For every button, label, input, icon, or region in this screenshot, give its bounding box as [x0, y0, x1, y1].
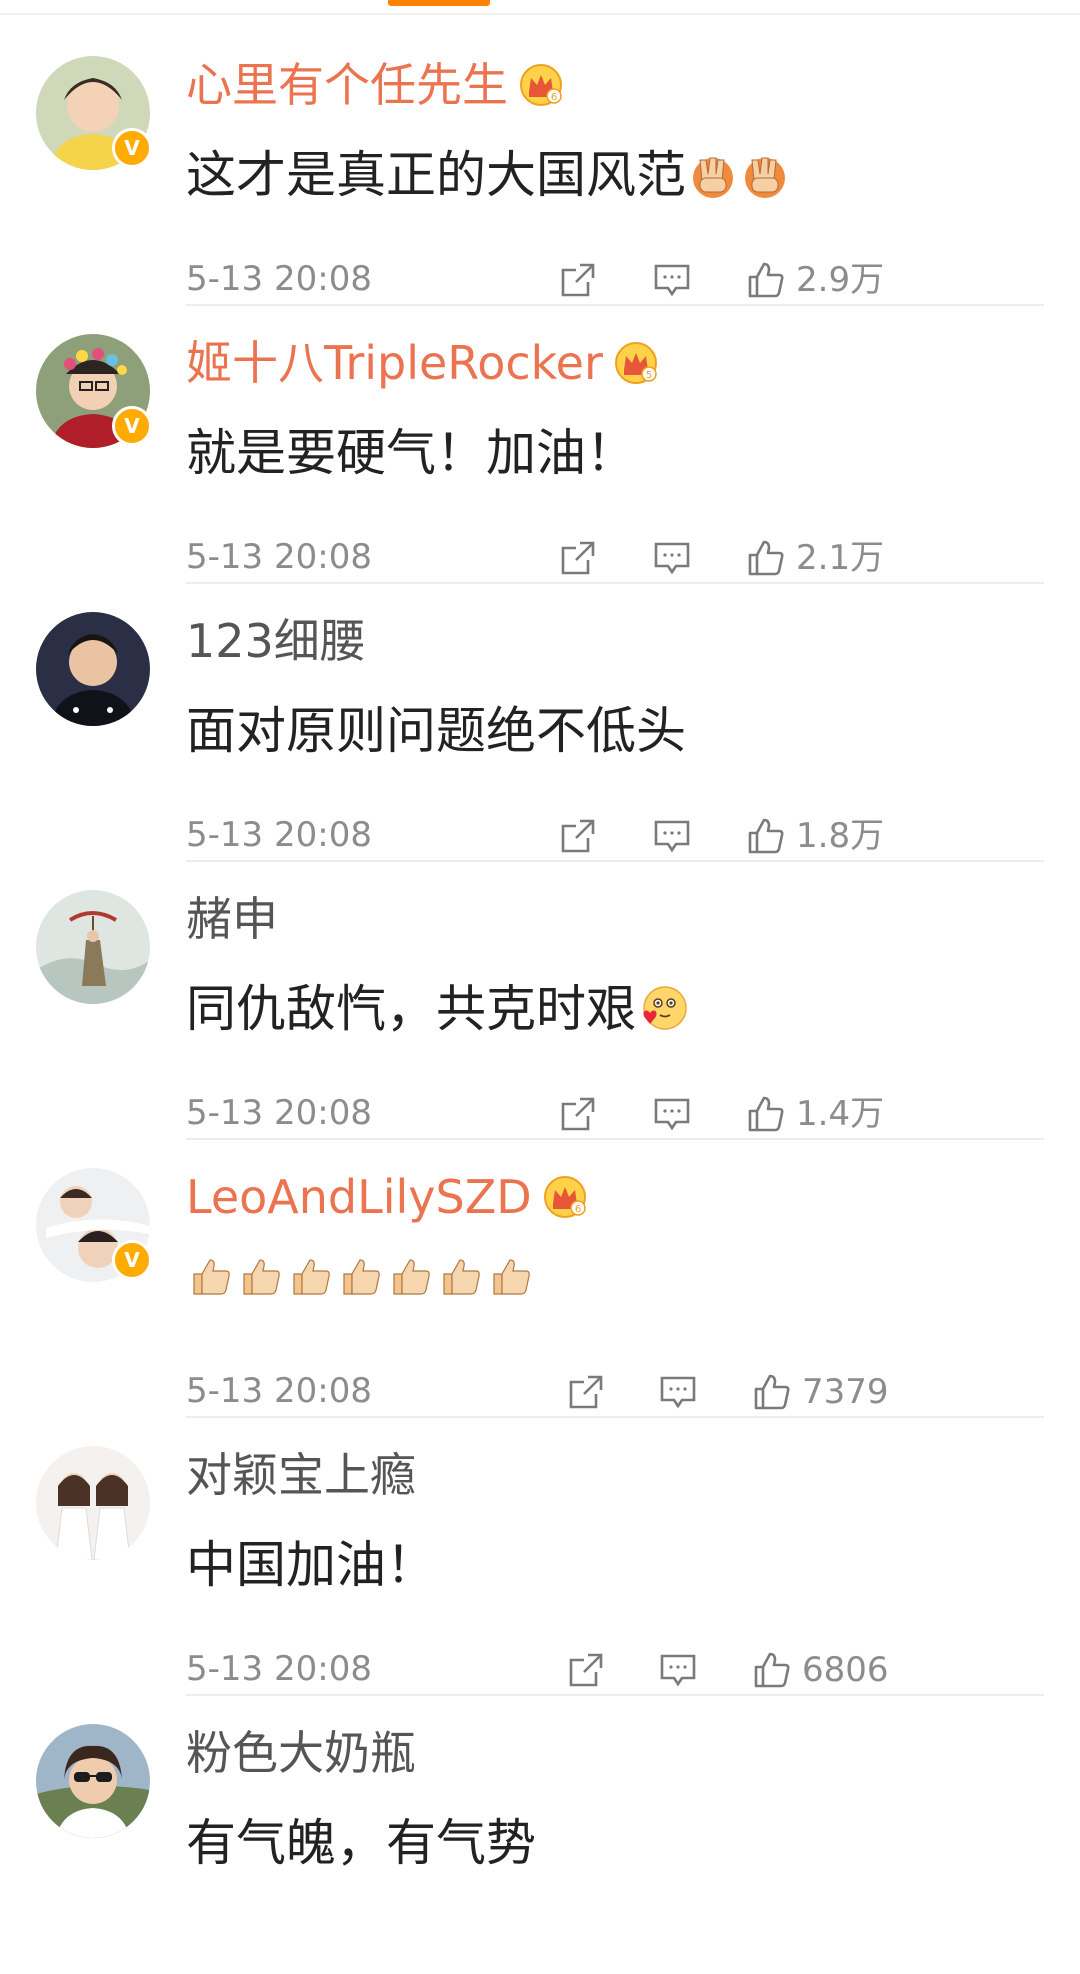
comment-timestamp: 5-13 20:08: [186, 1649, 372, 1689]
thumbs-up-outline-icon: [748, 818, 784, 854]
comment-icon: [654, 264, 690, 297]
tab-bar-divider: [0, 13, 1080, 15]
reply-button[interactable]: [652, 814, 692, 858]
verified-icon: V: [112, 1240, 152, 1280]
comment-timestamp: 5-13 20:08: [186, 815, 372, 855]
comment-item: 粉色大奶瓶 有气魄，有气势: [0, 1696, 1080, 1974]
username[interactable]: 心里有个任先生: [186, 54, 508, 116]
repost-button[interactable]: [566, 1370, 606, 1414]
thumbs-up-icon: [493, 1259, 530, 1295]
thumbs-up-icon: [443, 1259, 480, 1295]
tab-bar: [0, 0, 1080, 15]
comment-text: 有气魄，有气势: [186, 1814, 536, 1872]
username[interactable]: 赭申: [186, 888, 278, 950]
username[interactable]: LeoAndLilySZD: [186, 1166, 532, 1228]
verified-icon: V: [112, 128, 152, 168]
like-count: 2.9万: [796, 260, 885, 300]
like-button[interactable]: 7379: [752, 1370, 889, 1414]
repost-button[interactable]: [558, 536, 598, 580]
active-tab-indicator: [388, 0, 490, 6]
comment-timestamp: 5-13 20:08: [186, 259, 372, 299]
comment-timestamp: 5-13 20:08: [186, 537, 372, 577]
avatar[interactable]: [36, 612, 150, 726]
reply-button[interactable]: [652, 536, 692, 580]
svg-text:6: 6: [551, 92, 557, 103]
share-icon: [561, 1097, 595, 1131]
like-button[interactable]: 1.4万: [746, 1092, 884, 1136]
reply-button[interactable]: [658, 1370, 698, 1414]
comment-text: 中国加油！: [186, 1536, 436, 1594]
avatar[interactable]: [36, 1446, 150, 1560]
comment-item: 对颖宝上瘾 中国加油！ 5-13 20:08 6806: [0, 1418, 1080, 1696]
reply-button[interactable]: [658, 1648, 698, 1692]
share-icon: [569, 1375, 603, 1409]
comment-list: V 心里有个任先生 6 这才是真正的大国风范 5-13 20:08 2.9万 V…: [0, 28, 1080, 1974]
comment-icon: [660, 1376, 696, 1409]
comment-icon: [654, 542, 690, 575]
thumbs-up-icon: [393, 1259, 430, 1295]
comment-item: V 心里有个任先生 6 这才是真正的大国风范 5-13 20:08 2.9万: [0, 28, 1080, 306]
thumbs-up-outline-icon: [754, 1374, 790, 1410]
username[interactable]: 123细腰: [186, 610, 366, 672]
thumbs-up-outline-icon: [754, 1652, 790, 1688]
comment-text: 同仇敌忾，共克时艰: [186, 980, 636, 1038]
thumbs-up-outline-icon: [748, 262, 784, 298]
svg-text:6: 6: [574, 1204, 580, 1215]
username[interactable]: 姬十八TripleRocker: [186, 332, 603, 394]
share-icon: [569, 1653, 603, 1687]
crown-icon: 5: [614, 342, 657, 384]
hands-icon: [693, 157, 733, 198]
share-icon: [561, 819, 595, 853]
thumbs-up-icon: [243, 1259, 280, 1295]
comment-text: 这才是真正的大国风范: [186, 146, 686, 204]
crown-icon: 6: [543, 1176, 586, 1218]
reply-button[interactable]: [652, 258, 692, 302]
comment-icon: [660, 1654, 696, 1687]
comment-icon: [654, 1098, 690, 1131]
comment-timestamp: 5-13 20:08: [186, 1093, 372, 1133]
comment-timestamp: 5-13 20:08: [186, 1371, 372, 1411]
thumbs-up-outline-icon: [748, 540, 784, 576]
thumbs-up-outline-icon: [748, 1096, 784, 1132]
comment-item: V 姬十八TripleRocker 5 就是要硬气！加油！ 5-13 20:08: [0, 306, 1080, 584]
like-count: 1.8万: [796, 816, 885, 856]
thumbs-up-icon: [193, 1259, 230, 1295]
reply-button[interactable]: [652, 1092, 692, 1136]
like-button[interactable]: 2.9万: [746, 258, 884, 302]
avatar[interactable]: V: [36, 1168, 152, 1282]
hands-icon: [745, 157, 785, 198]
comment-text: 面对原则问题绝不低头: [186, 702, 686, 760]
like-button[interactable]: 6806: [752, 1648, 889, 1692]
comment-item: 123细腰 面对原则问题绝不低头 5-13 20:08 1.8万: [0, 584, 1080, 862]
verified-icon: V: [112, 406, 152, 446]
repost-button[interactable]: [558, 814, 598, 858]
svg-text:5: 5: [646, 370, 652, 381]
like-count: 1.4万: [796, 1094, 885, 1134]
comment-icon: [654, 820, 690, 853]
avatar[interactable]: V: [36, 334, 152, 448]
heart-face-icon: [643, 986, 687, 1030]
thumbs-up-icon: [343, 1259, 380, 1295]
share-icon: [561, 263, 595, 297]
like-count: 6806: [802, 1650, 889, 1690]
username[interactable]: 粉色大奶瓶: [186, 1722, 416, 1784]
like-count: 7379: [802, 1372, 889, 1412]
thumbs-up-icon: [293, 1259, 330, 1295]
share-icon: [561, 541, 595, 575]
like-button[interactable]: 1.8万: [746, 814, 884, 858]
repost-button[interactable]: [558, 258, 598, 302]
comment-item: 赭申 同仇敌忾，共克时艰 5-13 20:08 1.4万: [0, 862, 1080, 1140]
avatar[interactable]: [36, 1724, 150, 1838]
comment-text: 就是要硬气！加油！: [186, 424, 636, 482]
comment-item: V LeoAndLilySZD 6 5-13 20:08 7379: [0, 1140, 1080, 1418]
like-button[interactable]: 2.1万: [746, 536, 884, 580]
repost-button[interactable]: [558, 1092, 598, 1136]
like-count: 2.1万: [796, 538, 885, 578]
avatar[interactable]: [36, 890, 150, 1004]
avatar[interactable]: V: [36, 56, 152, 170]
username[interactable]: 对颖宝上瘾: [186, 1444, 416, 1506]
repost-button[interactable]: [566, 1648, 606, 1692]
crown-icon: 6: [520, 64, 562, 106]
